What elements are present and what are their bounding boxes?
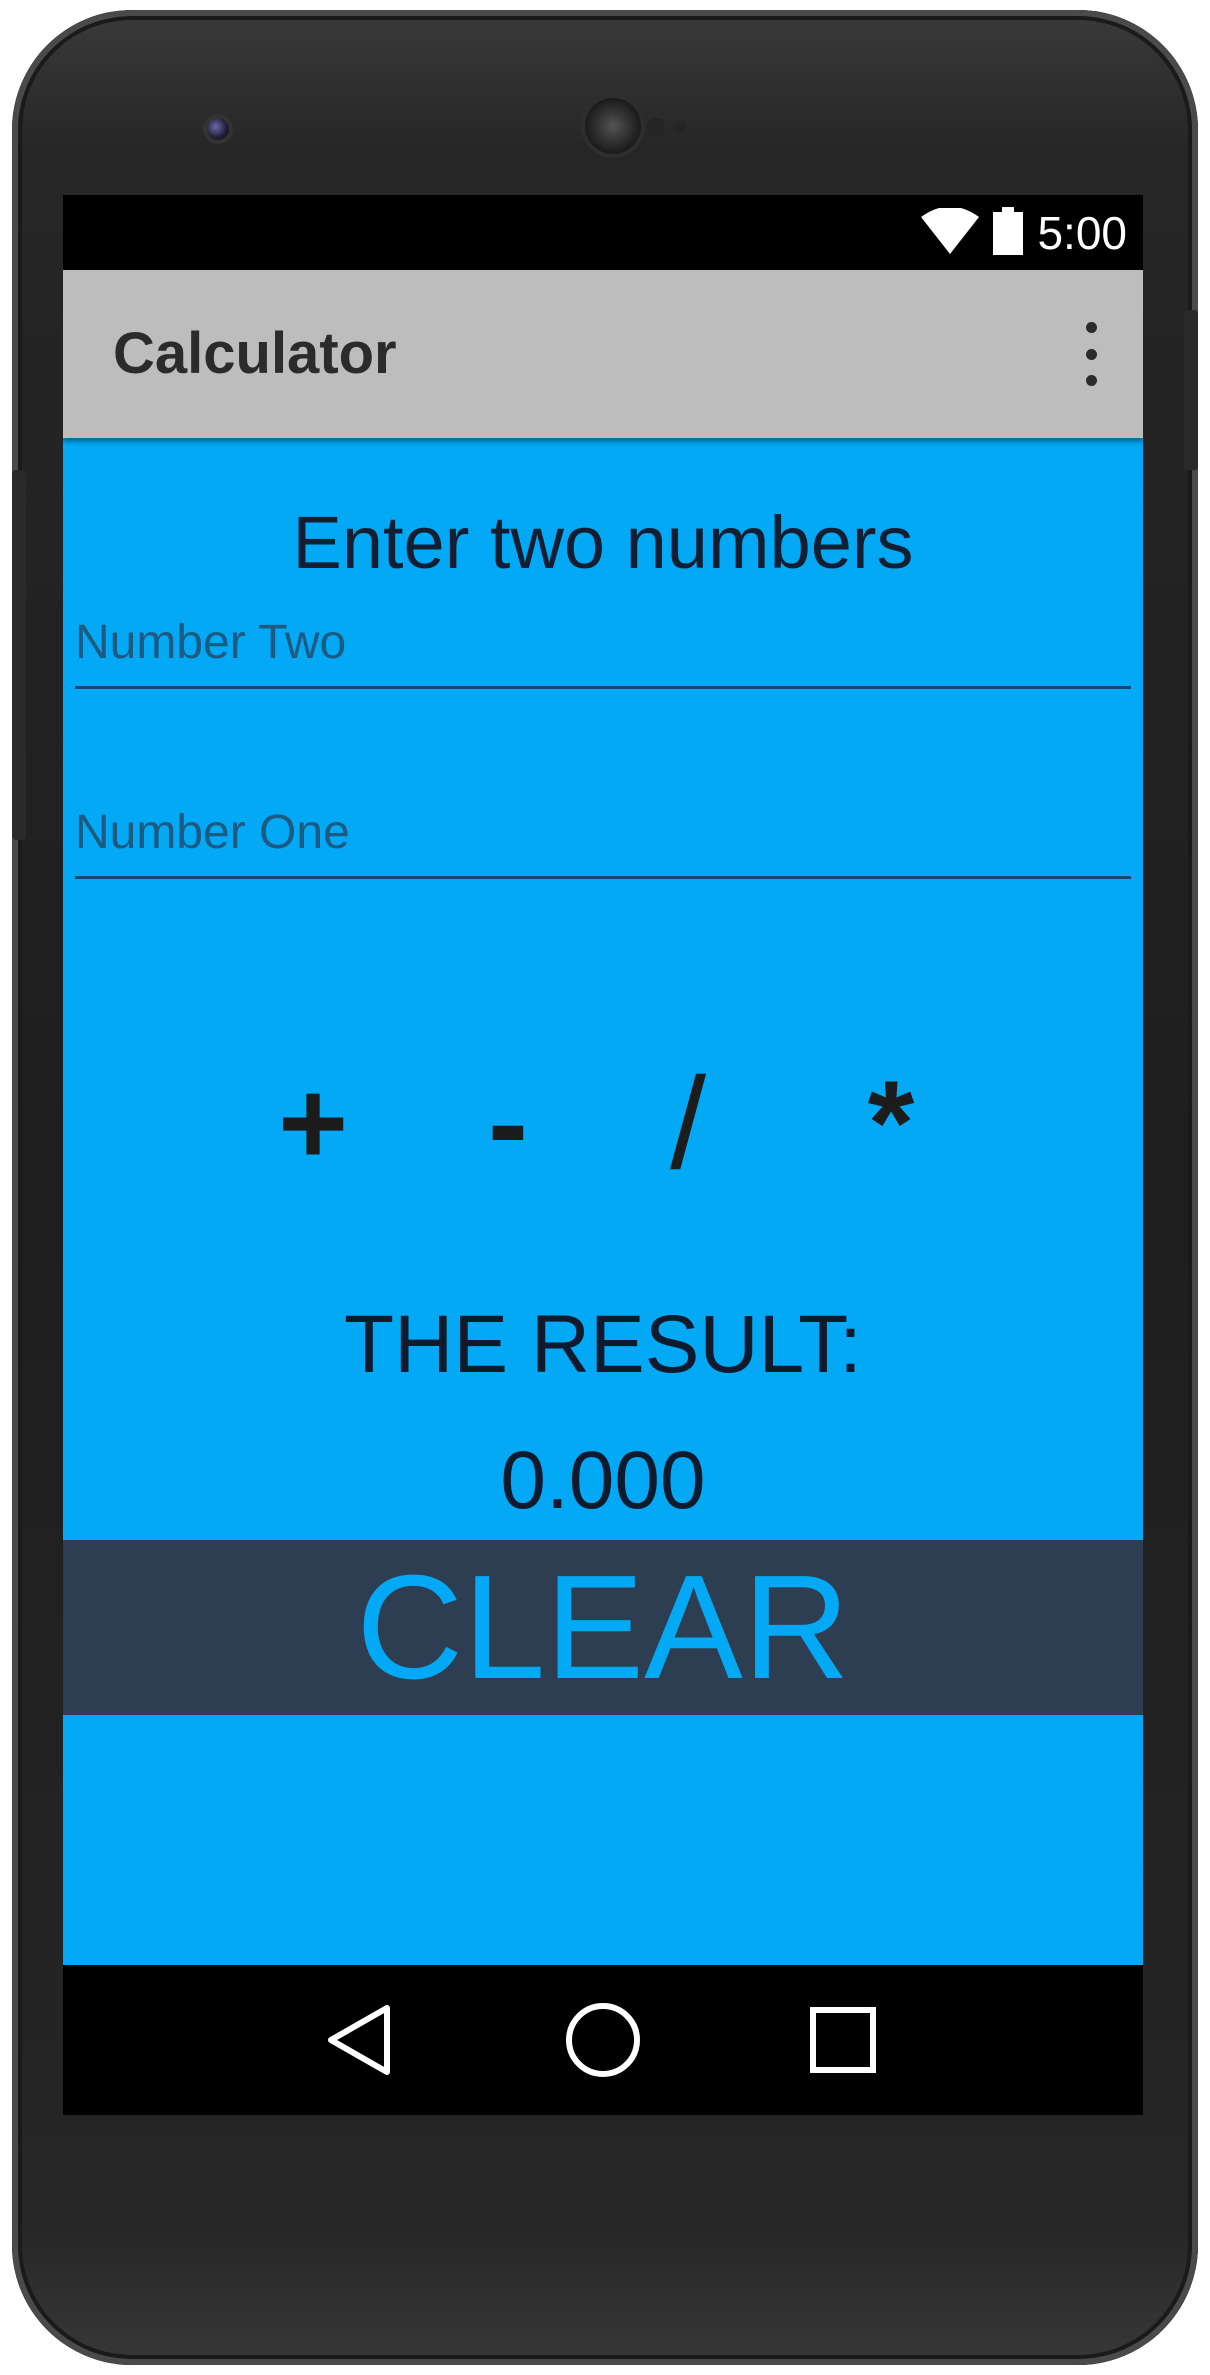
- calculator-content: Enter two numbers + - / * THE RESULT: 0.…: [63, 438, 1143, 1965]
- multiply-button[interactable]: *: [821, 1048, 961, 1198]
- screen: 5:00 Calculator Enter two numbers + - / …: [63, 195, 1143, 2115]
- proximity-sensor: [647, 118, 665, 136]
- clear-button[interactable]: CLEAR: [63, 1540, 1143, 1715]
- number-two-input[interactable]: [75, 615, 1131, 670]
- add-button[interactable]: +: [243, 1048, 383, 1198]
- overflow-dot: [1085, 375, 1097, 386]
- app-title: Calculator: [113, 321, 397, 386]
- power-button: [1184, 310, 1198, 470]
- number-two-field: [75, 615, 1131, 689]
- status-bar: 5:00: [63, 195, 1143, 270]
- status-icons: 5:00: [921, 205, 1127, 261]
- recents-icon[interactable]: [803, 2000, 883, 2080]
- overflow-dot: [1085, 322, 1097, 333]
- overflow-menu-icon[interactable]: [1079, 322, 1103, 386]
- back-icon[interactable]: [318, 2000, 398, 2080]
- number-one-input[interactable]: [75, 805, 1131, 860]
- result-value: 0.000: [500, 1435, 706, 1526]
- overflow-dot: [1085, 348, 1097, 360]
- volume-button: [12, 470, 26, 840]
- status-time: 5:00: [1037, 207, 1127, 259]
- earpiece-speaker: [585, 98, 641, 154]
- instruction-heading: Enter two numbers: [292, 501, 914, 584]
- battery-icon: [993, 207, 1024, 259]
- subtract-button[interactable]: -: [438, 1048, 578, 1198]
- number-one-field: [75, 805, 1131, 879]
- app-bar: Calculator: [63, 270, 1143, 438]
- operator-row: + - / *: [63, 1048, 1143, 1198]
- divide-button[interactable]: /: [618, 1048, 758, 1198]
- light-sensor: [674, 121, 686, 133]
- navigation-bar: [63, 1965, 1143, 2115]
- wifi-icon: [921, 206, 980, 258]
- home-icon[interactable]: [563, 2000, 643, 2080]
- result-label: THE RESULT:: [344, 1299, 862, 1390]
- front-camera: [207, 118, 229, 140]
